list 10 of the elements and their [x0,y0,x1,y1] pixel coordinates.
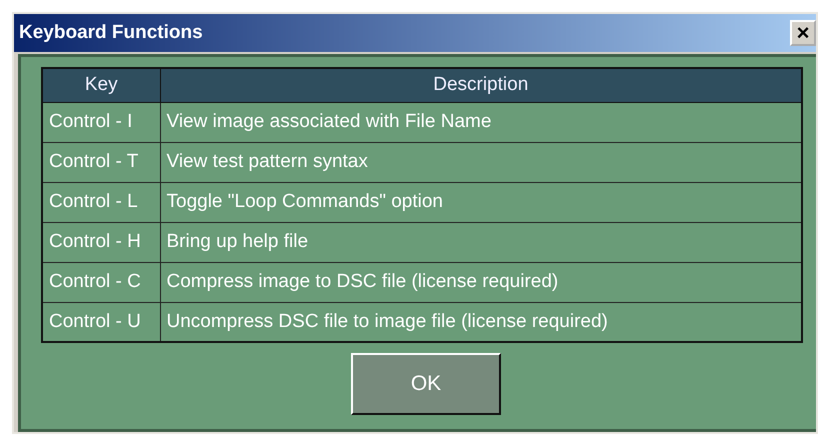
table-cell: Control - C [42,262,160,302]
close-button[interactable]: × [790,20,816,46]
table-cell: Control - I [42,102,160,142]
ok-button[interactable]: OK [351,353,501,415]
window-title: Keyboard Functions [19,20,203,45]
table-cell: Control - T [42,142,160,182]
column-header: Description [160,68,802,102]
table-cell: Control - H [42,222,160,262]
table-cell: Control - L [42,182,160,222]
column-header: Key [42,68,160,102]
